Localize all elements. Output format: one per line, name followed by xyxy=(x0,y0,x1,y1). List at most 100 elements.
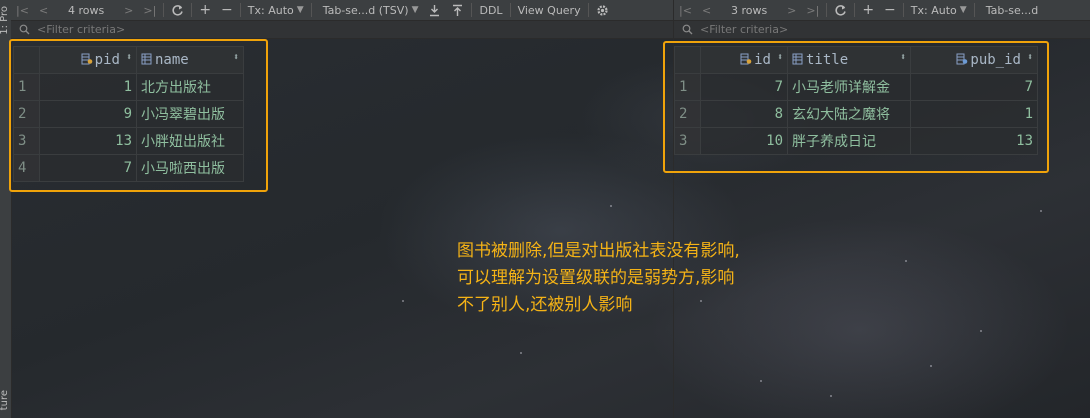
row-number: 2 xyxy=(13,100,40,128)
row-number: 3 xyxy=(674,127,701,155)
row-number-header xyxy=(13,46,40,74)
gear-icon[interactable] xyxy=(591,0,614,20)
extractor-dropdown[interactable]: Tab-se...d xyxy=(981,0,1044,20)
refresh-icon[interactable] xyxy=(829,0,852,20)
cell-id[interactable]: 7 xyxy=(700,73,788,101)
cell-title[interactable]: 小马老师详解金 xyxy=(787,73,911,101)
publisher-table: pid ⬍ name ⬍ 1 1 北方出版社 2 9 小冯翠碧出版 3 13 小胖 xyxy=(13,46,244,182)
next-page-icon[interactable]: > xyxy=(119,0,138,20)
cell-id[interactable]: 10 xyxy=(700,127,788,155)
sort-icon[interactable]: ⬍ xyxy=(1027,52,1033,63)
import-icon[interactable] xyxy=(446,0,469,20)
primary-key-column-icon xyxy=(740,53,752,65)
sort-icon[interactable]: ⬍ xyxy=(900,52,906,63)
export-icon[interactable] xyxy=(423,0,446,20)
right-filter-bar[interactable]: <Filter criteria> xyxy=(674,21,1090,39)
view-query-button[interactable]: View Query xyxy=(513,0,586,20)
annotation-line: 图书被删除,但是对出版社表没有影响, xyxy=(457,241,740,261)
column-header-title[interactable]: title ⬍ xyxy=(787,46,911,74)
cell-title[interactable]: 玄幻大陆之魔将 xyxy=(787,100,911,128)
next-page-icon[interactable]: > xyxy=(782,0,801,20)
cell-pub-id[interactable]: 13 xyxy=(910,127,1038,155)
left-result-pane: |< < 4 rows > >| + − Tx: Auto ▼ Tab-se...… xyxy=(11,0,673,418)
column-icon xyxy=(141,53,153,65)
left-toolbar: |< < 4 rows > >| + − Tx: Auto ▼ Tab-se...… xyxy=(11,0,673,21)
cell-name[interactable]: 北方出版社 xyxy=(136,73,244,101)
row-number-header xyxy=(674,46,701,74)
last-page-icon[interactable]: >| xyxy=(801,0,824,20)
right-result-pane: |< < 3 rows > >| + − Tx: Auto ▼ Tab-se...… xyxy=(674,0,1090,418)
row-count: 4 rows xyxy=(68,3,105,17)
table-row[interactable]: 1 7 小马老师详解金 7 xyxy=(674,73,1038,101)
sort-icon[interactable]: ⬍ xyxy=(233,52,239,63)
book-table: id ⬍ title ⬍ pub_id ⬍ 1 7 小马老师详解金 7 2 8 玄幻大… xyxy=(674,46,1038,155)
refresh-icon[interactable] xyxy=(166,0,189,20)
table-row[interactable]: 2 8 玄幻大陆之魔将 1 xyxy=(674,100,1038,128)
structure-tool-tab[interactable]: ture xyxy=(0,390,11,410)
filter-criteria-placeholder: <Filter criteria> xyxy=(700,23,789,36)
filter-criteria-placeholder: <Filter criteria> xyxy=(37,23,126,36)
column-label: name xyxy=(155,52,189,68)
project-tool-tab[interactable]: 1: Pro xyxy=(0,6,11,35)
cell-pid[interactable]: 13 xyxy=(39,127,137,155)
foreign-key-column-icon xyxy=(956,53,968,65)
right-toolbar: |< < 3 rows > >| + − Tx: Auto ▼ Tab-se...… xyxy=(674,0,1090,21)
cell-title[interactable]: 胖子养成日记 xyxy=(787,127,911,155)
tx-mode-dropdown[interactable]: Tx: Auto ▼ xyxy=(243,0,309,20)
remove-row-icon[interactable]: − xyxy=(216,0,238,20)
add-row-icon[interactable]: + xyxy=(194,0,216,20)
column-label: pub_id xyxy=(970,52,1021,68)
column-label: pid xyxy=(94,52,120,68)
annotation-line: 可以理解为设置级联的是弱势方,影响 xyxy=(457,268,735,288)
primary-key-column-icon xyxy=(81,53,93,65)
column-header-pub-id[interactable]: pub_id ⬍ xyxy=(910,46,1038,74)
chevron-down-icon: ▼ xyxy=(411,5,419,15)
row-number: 1 xyxy=(674,73,701,101)
last-page-icon[interactable]: >| xyxy=(138,0,161,20)
cell-name[interactable]: 小冯翠碧出版 xyxy=(136,100,244,128)
table-row[interactable]: 1 1 北方出版社 xyxy=(13,73,244,101)
cell-pub-id[interactable]: 7 xyxy=(910,73,1038,101)
extractor-label: Tab-se...d xyxy=(985,3,1039,17)
row-count: 3 rows xyxy=(731,3,768,17)
cell-id[interactable]: 8 xyxy=(700,100,788,128)
sort-icon[interactable]: ⬍ xyxy=(126,52,132,63)
column-label: title xyxy=(806,52,849,68)
cell-pid[interactable]: 9 xyxy=(39,100,137,128)
row-number: 3 xyxy=(13,127,40,155)
ddl-button[interactable]: DDL xyxy=(474,0,507,20)
row-number: 1 xyxy=(13,73,40,101)
column-header-pid[interactable]: pid ⬍ xyxy=(39,46,137,74)
remove-row-icon[interactable]: − xyxy=(879,0,901,20)
extractor-dropdown[interactable]: Tab-se...d (TSV) ▼ xyxy=(318,0,424,20)
cell-name[interactable]: 小马啦西出版 xyxy=(136,154,244,182)
prev-page-icon[interactable]: < xyxy=(697,0,716,20)
column-header-id[interactable]: id ⬍ xyxy=(700,46,788,74)
sort-icon[interactable]: ⬍ xyxy=(777,52,783,63)
table-row[interactable]: 3 10 胖子养成日记 13 xyxy=(674,127,1038,155)
cell-pid[interactable]: 1 xyxy=(39,73,137,101)
row-number: 2 xyxy=(674,100,701,128)
tx-mode-label: Tx: Auto xyxy=(910,3,957,17)
tx-mode-label: Tx: Auto xyxy=(247,3,294,17)
add-row-icon[interactable]: + xyxy=(857,0,879,20)
table-row[interactable]: 4 7 小马啦西出版 xyxy=(13,154,244,182)
search-icon xyxy=(17,23,31,37)
search-icon xyxy=(680,23,694,37)
column-label: id xyxy=(754,52,771,68)
cell-name[interactable]: 小胖妞出版社 xyxy=(136,127,244,155)
chevron-down-icon: ▼ xyxy=(959,5,967,15)
extractor-label: Tab-se...d (TSV) xyxy=(322,3,409,17)
column-header-name[interactable]: name ⬍ xyxy=(136,46,244,74)
first-page-icon[interactable]: |< xyxy=(674,0,697,20)
cell-pid[interactable]: 7 xyxy=(39,154,137,182)
first-page-icon[interactable]: |< xyxy=(11,0,34,20)
table-row[interactable]: 3 13 小胖妞出版社 xyxy=(13,127,244,155)
tx-mode-dropdown[interactable]: Tx: Auto ▼ xyxy=(906,0,972,20)
column-icon xyxy=(792,53,804,65)
prev-page-icon[interactable]: < xyxy=(34,0,53,20)
left-filter-bar[interactable]: <Filter criteria> xyxy=(11,21,673,39)
cell-pub-id[interactable]: 1 xyxy=(910,100,1038,128)
table-row[interactable]: 2 9 小冯翠碧出版 xyxy=(13,100,244,128)
annotation-note: 图书被删除,但是对出版社表没有影响, 可以理解为设置级联的是弱势方,影响 不了别… xyxy=(457,238,740,319)
